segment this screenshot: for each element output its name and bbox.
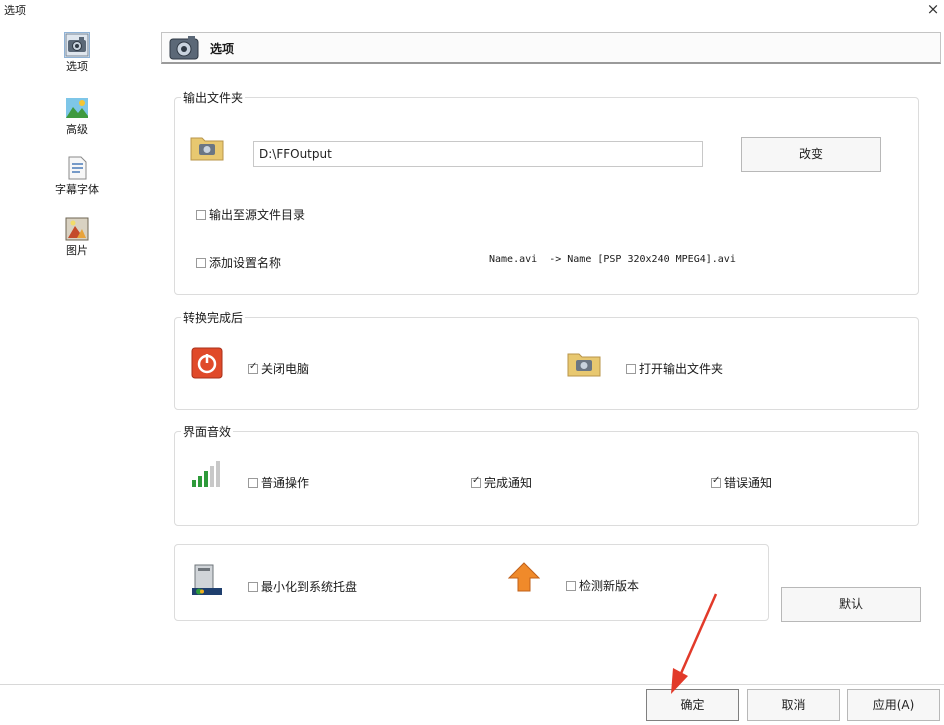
add-setting-name-checkbox[interactable]: 添加设置名称 bbox=[196, 254, 281, 271]
checkbox-box[interactable] bbox=[196, 209, 206, 220]
system-tray-icon bbox=[192, 564, 222, 595]
check-update-checkbox[interactable]: 检测新版本 bbox=[566, 577, 639, 594]
annotation-arrow bbox=[671, 593, 718, 694]
sidebar-item-label: 字幕字体 bbox=[55, 183, 99, 196]
sidebar-item-advanced[interactable]: 高级 bbox=[52, 96, 102, 137]
checkbox-box[interactable] bbox=[471, 475, 481, 488]
sidebar-item-label: 高级 bbox=[66, 123, 88, 136]
checkbox-box[interactable] bbox=[248, 477, 258, 488]
group-title: 输出文件夹 bbox=[181, 89, 246, 106]
landscape-icon bbox=[66, 98, 88, 118]
output-path-input[interactable] bbox=[253, 141, 703, 167]
checkbox-box[interactable] bbox=[566, 580, 576, 591]
checkbox-label: 输出至源文件目录 bbox=[209, 208, 306, 222]
checkbox-box[interactable] bbox=[248, 361, 258, 374]
signal-bars-icon bbox=[192, 461, 220, 487]
open-output-folder-checkbox[interactable]: 打开输出文件夹 bbox=[626, 360, 723, 377]
sidebar-item-options[interactable]: 选项 bbox=[52, 32, 102, 74]
done-notification-checkbox[interactable]: 完成通知 bbox=[471, 474, 532, 491]
checkbox-label: 关闭电脑 bbox=[261, 362, 310, 376]
checkbox-label: 最小化到系统托盘 bbox=[261, 580, 358, 594]
default-button[interactable]: 默认 bbox=[781, 587, 921, 622]
checkbox-label: 检测新版本 bbox=[579, 579, 640, 593]
footer-divider bbox=[0, 684, 944, 685]
shutdown-checkbox[interactable]: 关闭电脑 bbox=[248, 360, 309, 377]
filename-example: Name.avi -> Name [PSP 320x240 MPEG4].avi bbox=[489, 254, 736, 265]
update-arrow-icon bbox=[508, 562, 540, 592]
group-title: 界面音效 bbox=[181, 423, 234, 440]
close-button[interactable]: × bbox=[924, 0, 942, 18]
change-folder-button[interactable]: 改变 bbox=[741, 137, 881, 172]
window-title: 选项 bbox=[4, 4, 26, 17]
group-title: 转换完成后 bbox=[181, 309, 246, 326]
picture-icon bbox=[65, 217, 89, 241]
checkbox-label: 完成通知 bbox=[484, 476, 533, 490]
camera-icon bbox=[169, 36, 199, 60]
apply-button[interactable]: 应用(A) bbox=[847, 689, 940, 721]
checkbox-box[interactable] bbox=[248, 581, 258, 592]
cancel-button[interactable]: 取消 bbox=[747, 689, 840, 721]
checkbox-label: 错误通知 bbox=[724, 476, 773, 490]
folder-icon bbox=[567, 353, 601, 377]
normal-operation-checkbox[interactable]: 普通操作 bbox=[248, 474, 309, 491]
checkbox-box[interactable] bbox=[626, 363, 636, 374]
checkbox-label: 打开输出文件夹 bbox=[639, 362, 724, 376]
checkbox-label: 普通操作 bbox=[261, 476, 310, 490]
section-header: 选项 bbox=[161, 32, 941, 64]
checkbox-box[interactable] bbox=[711, 475, 721, 488]
sidebar-item-picture[interactable]: 图片 bbox=[52, 217, 102, 258]
camera-icon bbox=[64, 32, 90, 58]
sidebar-item-subtitle-font[interactable]: 字幕字体 bbox=[52, 156, 102, 197]
folder-icon bbox=[190, 137, 224, 161]
power-icon bbox=[191, 347, 223, 379]
checkbox-box[interactable] bbox=[196, 257, 206, 268]
minimize-to-tray-checkbox[interactable]: 最小化到系统托盘 bbox=[248, 578, 357, 595]
page-title: 选项 bbox=[210, 42, 235, 56]
output-to-source-checkbox[interactable]: 输出至源文件目录 bbox=[196, 206, 305, 223]
sidebar-item-label: 选项 bbox=[66, 60, 88, 73]
document-icon bbox=[68, 156, 87, 180]
error-notification-checkbox[interactable]: 错误通知 bbox=[711, 474, 772, 491]
checkbox-label: 添加设置名称 bbox=[209, 256, 282, 270]
output-folder-group bbox=[174, 97, 919, 295]
sidebar-item-label: 图片 bbox=[66, 244, 88, 257]
